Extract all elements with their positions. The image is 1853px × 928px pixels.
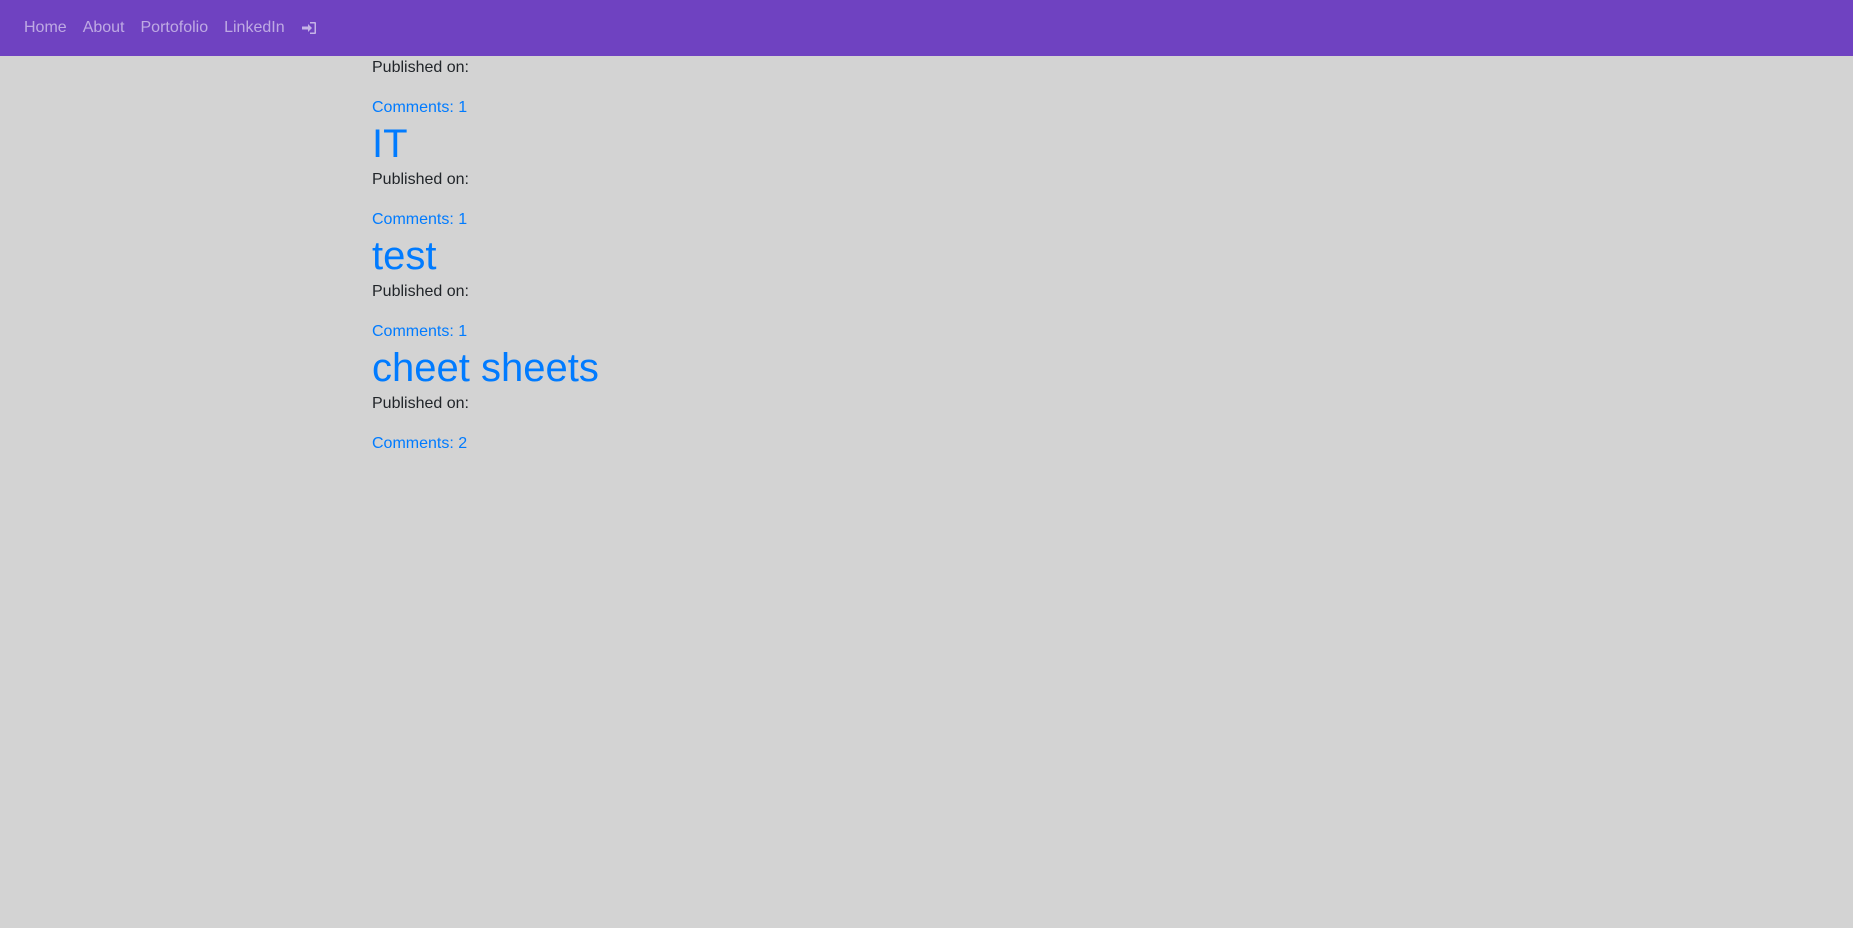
nav-linkedin-link[interactable]: LinkedIn (216, 16, 293, 40)
top-navbar: Home About Portofolio LinkedIn (0, 0, 1853, 56)
post-item: Published on: Comments: 1 (372, 56, 1482, 120)
posts-list: Published on: Comments: 1 IT Published o… (372, 56, 1482, 456)
nav-about-link[interactable]: About (75, 16, 133, 40)
nav-home-link[interactable]: Home (16, 16, 75, 40)
published-on-label: Published on: (372, 283, 469, 300)
comments-link[interactable]: Comments: 1 (372, 208, 1482, 232)
post-title-link[interactable]: IT (372, 120, 1482, 168)
comments-link[interactable]: Comments: 2 (372, 432, 1482, 456)
published-on-label: Published on: (372, 171, 469, 188)
post-title-link[interactable]: test (372, 232, 1482, 280)
post-item: test Published on: Comments: 1 (372, 232, 1482, 344)
post-item: cheet sheets Published on: Comments: 2 (372, 344, 1482, 456)
post-item: IT Published on: Comments: 1 (372, 120, 1482, 232)
post-title-link[interactable]: cheet sheets (372, 344, 1482, 392)
comments-link[interactable]: Comments: 1 (372, 96, 1482, 120)
published-on-label: Published on: (372, 395, 469, 412)
comments-link[interactable]: Comments: 1 (372, 320, 1482, 344)
published-on-label: Published on: (372, 59, 469, 76)
sign-in-icon[interactable] (293, 20, 325, 36)
nav-portofolio-link[interactable]: Portofolio (133, 16, 217, 40)
